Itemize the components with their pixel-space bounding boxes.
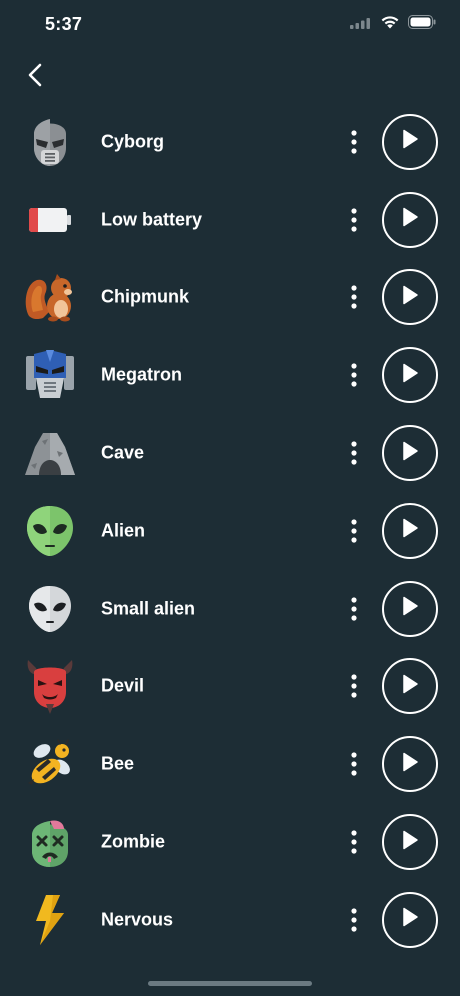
cyborg-icon [22, 114, 78, 170]
home-indicator[interactable] [148, 981, 312, 986]
bee-icon [22, 736, 78, 792]
sound-label: Low battery [101, 209, 203, 230]
play-button[interactable] [382, 814, 438, 871]
play-icon [401, 363, 419, 388]
play-icon [401, 285, 419, 310]
play-icon [401, 441, 419, 466]
play-button[interactable] [382, 891, 438, 948]
play-icon [401, 518, 419, 543]
sound-row-zombie: Zombie [0, 803, 460, 881]
sound-label: Nervous [101, 909, 174, 930]
status-icons [350, 15, 436, 34]
sound-label: Chipmunk [101, 286, 189, 307]
more-options-button[interactable] [340, 281, 368, 313]
play-button[interactable] [382, 425, 438, 482]
more-options-button[interactable] [340, 904, 368, 936]
cave-icon [22, 425, 78, 481]
signal-icon [350, 16, 372, 34]
sound-row-cave: Cave [0, 414, 460, 492]
sound-row-low-battery: Low battery [0, 181, 460, 259]
play-button[interactable] [382, 658, 438, 715]
chipmunk-icon [22, 269, 78, 325]
sound-row-devil: Devil [0, 648, 460, 726]
back-button[interactable] [20, 60, 50, 94]
more-options-button[interactable] [340, 204, 368, 236]
play-icon [401, 207, 419, 232]
more-options-button[interactable] [340, 515, 368, 547]
lightning-icon [22, 892, 78, 948]
sound-label: Small alien [101, 598, 196, 619]
devil-icon [22, 658, 78, 715]
sound-row-megatron: Megatron [0, 336, 460, 414]
sound-row-nervous: Nervous [0, 881, 460, 959]
alien-icon [22, 503, 78, 559]
low-battery-icon [22, 192, 78, 248]
play-button[interactable] [382, 191, 438, 248]
more-options-button[interactable] [340, 826, 368, 858]
sound-label: Cave [101, 442, 145, 463]
play-icon [401, 596, 419, 621]
play-icon [401, 129, 419, 154]
sound-label: Cyborg [101, 131, 164, 152]
zombie-icon [22, 814, 78, 870]
sound-row-cyborg: Cyborg [0, 103, 460, 181]
play-button[interactable] [382, 736, 438, 793]
sound-list: Cyborg Low battery Chipmunk Megatron Cav… [0, 103, 460, 959]
sound-label: Bee [101, 753, 135, 774]
sound-label: Devil [101, 675, 145, 696]
play-icon [401, 752, 419, 777]
wifi-icon [380, 15, 400, 34]
megatron-icon [22, 347, 78, 403]
play-button[interactable] [382, 580, 438, 637]
more-options-button[interactable] [340, 359, 368, 391]
play-icon [401, 907, 419, 932]
small-alien-icon [22, 581, 78, 637]
battery-icon [408, 15, 436, 34]
play-button[interactable] [382, 347, 438, 404]
play-button[interactable] [382, 269, 438, 326]
play-icon [401, 830, 419, 855]
sound-row-alien: Alien [0, 492, 460, 570]
more-options-button[interactable] [340, 670, 368, 702]
more-options-button[interactable] [340, 126, 368, 158]
sound-label: Zombie [101, 831, 166, 852]
more-options-button[interactable] [340, 748, 368, 780]
sound-row-small-alien: Small alien [0, 570, 460, 648]
more-options-button[interactable] [340, 593, 368, 625]
status-bar: 5:37 [0, 0, 460, 50]
sound-row-chipmunk: Chipmunk [0, 259, 460, 337]
chevron-left-icon [26, 62, 44, 93]
play-icon [401, 674, 419, 699]
play-button[interactable] [382, 113, 438, 170]
sound-row-bee: Bee [0, 725, 460, 803]
play-button[interactable] [382, 502, 438, 559]
more-options-button[interactable] [340, 437, 368, 469]
sound-label: Megatron [101, 364, 182, 385]
sound-label: Alien [101, 520, 146, 541]
status-time: 5:37 [45, 14, 83, 34]
